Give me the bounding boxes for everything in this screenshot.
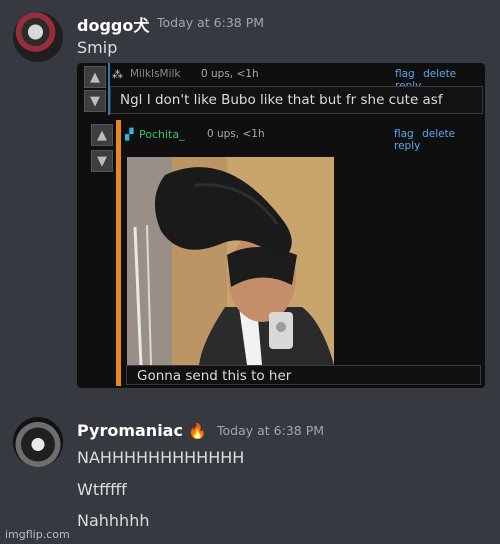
comment-body: Ngl I don't like Bubo like that but fr s…	[110, 86, 483, 114]
user-badge-icon: ⁂	[112, 68, 123, 81]
downvote-button[interactable]: ▼	[84, 90, 106, 112]
avatar[interactable]	[13, 417, 63, 467]
fire-icon: 🔥	[187, 422, 207, 440]
comment-username[interactable]: MilkIsMilk	[130, 68, 181, 80]
delete-link[interactable]: delete	[423, 68, 456, 80]
username-label: Pyromaniac	[77, 421, 183, 440]
comment-photo[interactable]	[127, 157, 334, 365]
upvote-button[interactable]: ▲	[84, 66, 106, 88]
photo-illustration	[127, 157, 334, 365]
comment-username[interactable]: Pochita_	[139, 128, 185, 141]
comment: ▲ ▼ ⁂ MilkIsMilk 0 ups, <1h flag delete …	[80, 63, 485, 115]
message-text: Nahhhhh	[77, 511, 150, 530]
comment: ▲ ▼ ▞ Pochita_ 0 ups, <1h flag delete re…	[90, 120, 484, 386]
timestamp: Today at 6:38 PM	[157, 15, 265, 30]
message-text: Wtfffff	[77, 480, 127, 499]
comment-text: Ngl I don't like Bubo like that but fr s…	[120, 92, 443, 108]
comment-actions: flag delete reply	[389, 128, 484, 152]
watermark: imgflip.com	[5, 528, 70, 541]
message-text: NAHHHHHHHHHHHH	[77, 448, 245, 467]
delete-link[interactable]: delete	[422, 128, 455, 140]
timestamp: Today at 6:38 PM	[217, 423, 325, 438]
flag-link[interactable]: flag	[394, 128, 414, 140]
username[interactable]: Pyromaniac 🔥	[77, 421, 207, 440]
photo-caption: Gonna send this to her	[137, 368, 292, 384]
username[interactable]: doggo犬	[77, 12, 149, 36]
user-badge-icon: ▞	[125, 128, 134, 141]
comment-meta: 0 ups, <1h	[201, 68, 259, 80]
caption-box: Gonna send this to her	[126, 365, 481, 385]
comment-meta: 0 ups, <1h	[207, 128, 265, 140]
embedded-image[interactable]: ▲ ▼ ⁂ MilkIsMilk 0 ups, <1h flag delete …	[77, 63, 485, 388]
comment-indent-line	[116, 120, 121, 386]
flag-link[interactable]: flag	[395, 68, 415, 80]
avatar[interactable]	[13, 12, 63, 62]
upvote-button[interactable]: ▲	[91, 124, 113, 146]
message-text: Smip	[77, 38, 118, 57]
reply-link[interactable]: reply	[394, 140, 420, 152]
downvote-button[interactable]: ▼	[91, 150, 113, 172]
